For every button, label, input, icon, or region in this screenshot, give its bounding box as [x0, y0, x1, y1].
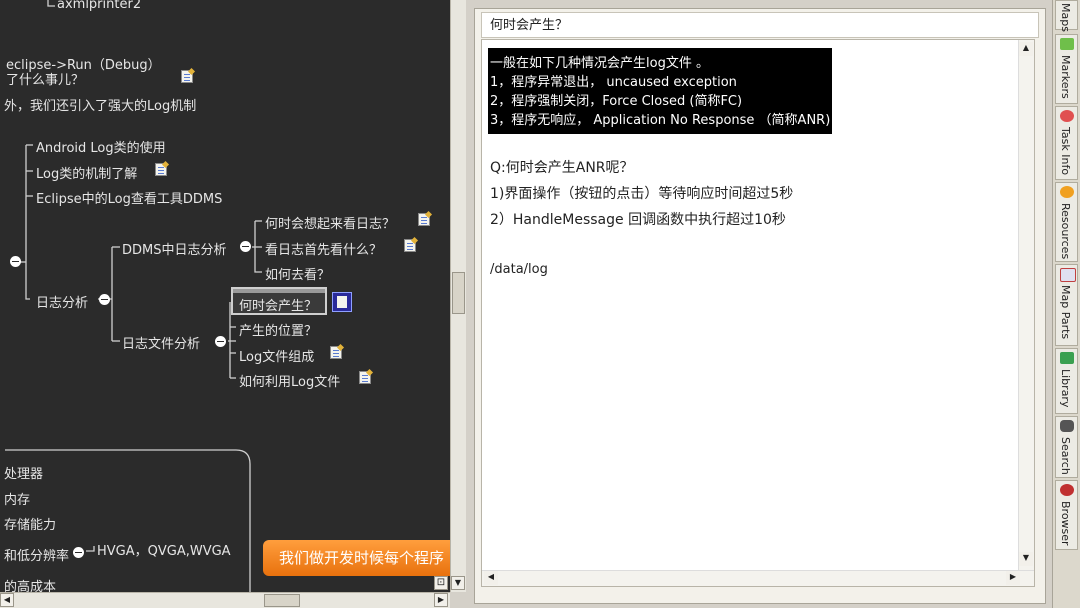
tab-task-info[interactable]: Task Info — [1055, 106, 1078, 180]
note-icon[interactable] — [404, 239, 416, 252]
collapse-icon[interactable] — [240, 241, 251, 252]
markers-icon — [1060, 38, 1074, 50]
topic-low-resolution[interactable]: 和低分辨率 — [4, 545, 69, 564]
highlight-line-3: 2，程序强制关闭，Force Closed (简称FC) — [490, 94, 743, 109]
scroll-down-icon[interactable]: ▼ — [451, 576, 465, 590]
scroll-up-icon[interactable]: ▲ — [1019, 42, 1033, 56]
orange-topic-button[interactable]: 我们做开发时候每个程序 — [263, 540, 450, 576]
tab-browser[interactable]: Browser — [1055, 480, 1078, 550]
topic-location[interactable]: 产生的位置？ — [239, 320, 317, 339]
topic-storage[interactable]: 存储能力 — [4, 514, 56, 533]
scroll-right-icon[interactable]: ▶ — [1006, 571, 1020, 585]
editor-horizontal-scrollbar[interactable]: ◀ ▶ — [482, 570, 1034, 586]
notes-title: 何时会产生？ — [481, 12, 1039, 38]
overview-icon[interactable]: ⊡ — [434, 576, 448, 590]
topic-log-file-structure[interactable]: Log文件组成 — [239, 346, 314, 365]
collapse-icon[interactable] — [99, 294, 110, 305]
collapse-icon[interactable] — [73, 547, 84, 558]
note-icon[interactable] — [418, 213, 430, 226]
topic-log-mechanism-understand[interactable]: Log类的机制了解 — [36, 163, 137, 182]
tab-maps[interactable]: Maps — [1055, 0, 1078, 32]
scrollbar-thumb[interactable] — [264, 594, 300, 607]
topic-memory[interactable]: 内存 — [4, 489, 30, 508]
scrollbar-thumb[interactable] — [452, 272, 465, 314]
scroll-down-icon[interactable]: ▼ — [1019, 552, 1033, 566]
tab-markers[interactable]: Markers — [1055, 34, 1078, 104]
answer-line-2: 2）HandleMessage 回调函数中执行超过10秒 — [490, 212, 786, 228]
scroll-left-icon[interactable]: ◀ — [0, 593, 14, 607]
topic-log-file-analysis[interactable]: 日志文件分析 — [122, 333, 200, 352]
task-icon — [1060, 110, 1074, 122]
answer-line-1: 1)界面操作（按钮的点击）等待响应时间超过5秒 — [490, 186, 794, 202]
topic-when-generated[interactable]: 何时会产生？ — [239, 295, 317, 314]
search-icon — [1060, 420, 1074, 432]
topic-android-log-usage[interactable]: Android Log类的使用 — [36, 137, 166, 156]
note-icon[interactable] — [330, 346, 342, 359]
notes-editor[interactable]: 一般在如下几种情况会产生log文件 。 1，程序异常退出， uncaused e… — [481, 39, 1035, 587]
mindmap-canvas[interactable]: axmlprinter2 eclipse->Run（Debug） 了什么事儿？ … — [0, 0, 450, 592]
tab-search[interactable]: Search — [1055, 416, 1078, 478]
topic-log-analysis[interactable]: 日志分析 — [36, 292, 88, 311]
mindmap-horizontal-scrollbar[interactable]: ◀ ▶ — [0, 592, 450, 608]
note-icon[interactable] — [181, 70, 193, 83]
collapse-icon[interactable] — [215, 336, 226, 347]
topic-log-mechanism[interactable]: 外，我们还引入了强大的Log机制 — [4, 95, 196, 114]
topic-processor[interactable]: 处理器 — [4, 463, 43, 482]
map-parts-icon — [1060, 268, 1076, 282]
question-text: Q:何时会产生ANR呢？ — [490, 160, 634, 176]
note-icon-selected[interactable] — [332, 292, 352, 312]
scroll-left-icon[interactable]: ◀ — [484, 571, 498, 585]
highlight-line-4: 3，程序无响应， Application No Response （简称ANR) — [490, 113, 831, 128]
topic-what-to-look-first[interactable]: 看日志首先看什么？ — [265, 239, 382, 258]
topic-high-cost[interactable]: 的高成本 — [4, 576, 56, 592]
highlight-line-1: 一般在如下几种情况会产生log文件 。 — [490, 56, 709, 71]
topic-axmlprinter2[interactable]: axmlprinter2 — [57, 0, 141, 12]
topic-ddms-analysis[interactable]: DDMS中日志分析 — [122, 239, 227, 258]
topic-how-to-look[interactable]: 如何去看？ — [265, 264, 330, 283]
topic-use-log-file[interactable]: 如何利用Log文件 — [239, 371, 340, 390]
side-tab-strip: Maps Markers Task Info Resources Map Par… — [1052, 0, 1080, 608]
note-icon[interactable] — [155, 163, 167, 176]
drag-handle[interactable] — [233, 289, 325, 293]
tab-resources[interactable]: Resources — [1055, 182, 1078, 262]
highlight-line-2: 1，程序异常退出， uncaused exception — [490, 75, 737, 90]
editor-vertical-scrollbar[interactable]: ▲ ▼ — [1018, 40, 1034, 586]
resources-icon — [1060, 186, 1074, 198]
tab-library[interactable]: Library — [1055, 348, 1078, 414]
topic-ddms-tool[interactable]: Eclipse中的Log查看工具DDMS — [36, 188, 222, 207]
topic-resolutions[interactable]: HVGA，QVGA,WVGA — [97, 540, 231, 559]
topic-when-to-check-log[interactable]: 何时会想起来看日志？ — [265, 213, 395, 232]
collapse-icon[interactable] — [10, 256, 21, 267]
browser-icon — [1060, 484, 1074, 496]
scroll-right-icon[interactable]: ▶ — [434, 593, 448, 607]
mindmap-vertical-scrollbar[interactable]: ▼ — [450, 0, 466, 592]
topic-what-happened[interactable]: 了什么事儿？ — [6, 69, 84, 88]
notes-panel: 何时会产生？ 一般在如下几种情况会产生log文件 。 1，程序异常退出， unc… — [474, 8, 1046, 604]
note-icon[interactable] — [359, 371, 371, 384]
library-icon — [1060, 352, 1074, 364]
tab-map-parts[interactable]: Map Parts — [1055, 264, 1078, 346]
log-path-text: /data/log — [490, 262, 548, 277]
